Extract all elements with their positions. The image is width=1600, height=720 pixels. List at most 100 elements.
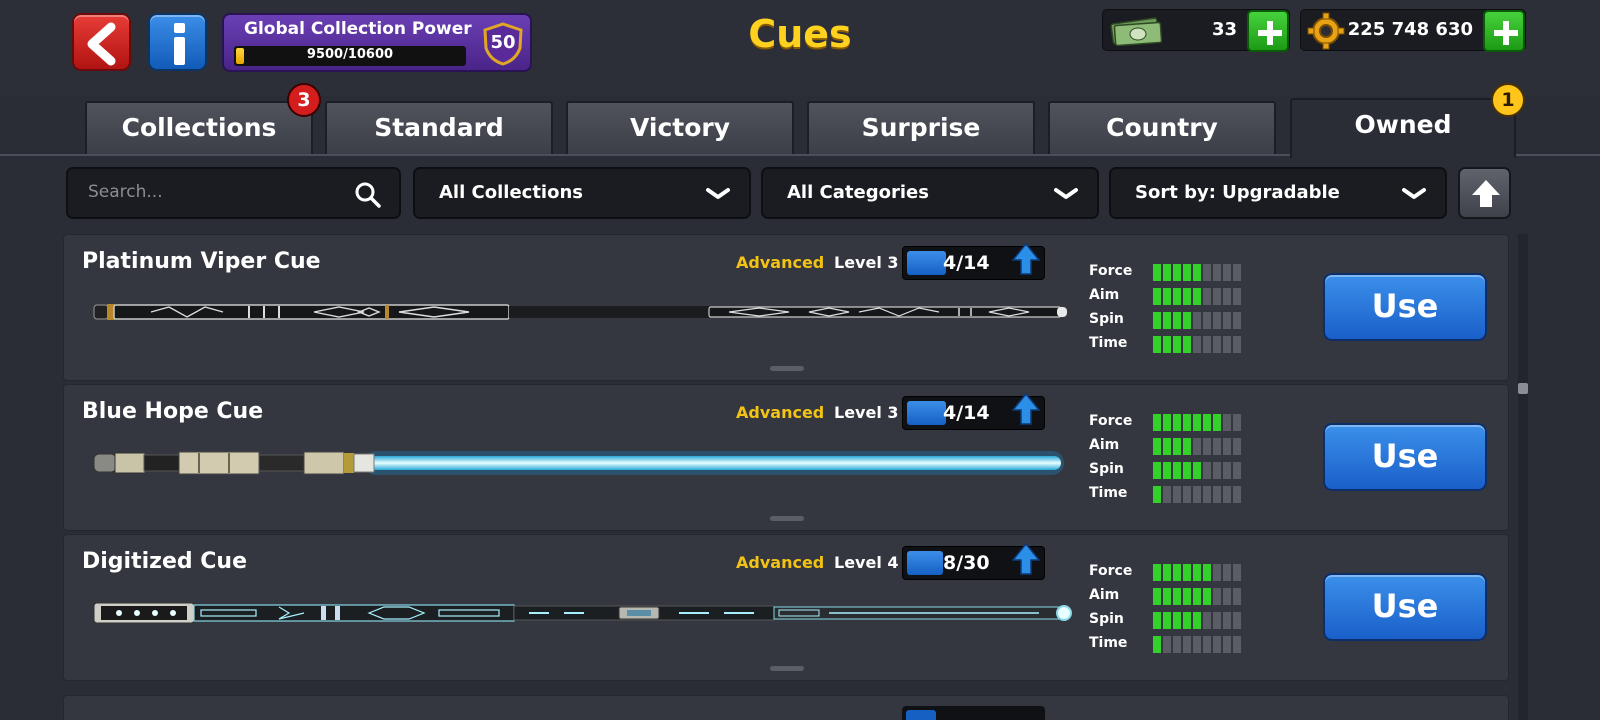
stat-segment — [1203, 438, 1211, 455]
tab-victory[interactable]: Victory — [566, 101, 794, 154]
stat-segment — [1193, 264, 1201, 281]
cue-image — [93, 451, 1064, 475]
progress-bar — [902, 706, 1045, 720]
tab-collections[interactable]: Collections — [85, 101, 313, 154]
stat-label: Spin — [1089, 461, 1124, 477]
stat-segment — [1203, 288, 1211, 305]
stat-row-aim: Aim — [1089, 587, 1259, 607]
stat-segment — [1233, 312, 1241, 329]
list-scrollbar[interactable] — [1518, 234, 1528, 720]
stat-segment — [1163, 564, 1171, 581]
card-handle — [770, 516, 804, 521]
stat-segment — [1193, 312, 1201, 329]
cue-rarity: Advanced — [736, 403, 825, 422]
plus-icon — [1494, 21, 1518, 45]
cue-progress-text: 8/30 — [943, 552, 990, 574]
tab-label: Surprise — [861, 113, 981, 142]
stat-bar-force — [1153, 564, 1241, 581]
cue-image — [93, 602, 1072, 624]
page-title: Cues — [748, 12, 852, 56]
stat-segment — [1203, 588, 1211, 605]
stat-segment — [1183, 288, 1191, 305]
stat-segment — [1223, 312, 1231, 329]
cue-card[interactable]: Digitized Cue Advanced Level 4 8/30 Forc… — [63, 534, 1509, 681]
sort-dropdown[interactable]: Sort by: Upgradable — [1109, 167, 1447, 219]
tab-standard[interactable]: Standard — [325, 101, 553, 154]
upgrade-arrow-icon[interactable] — [1012, 542, 1040, 576]
stat-segment — [1203, 312, 1211, 329]
stat-segment — [1153, 264, 1161, 281]
search-box[interactable] — [66, 167, 401, 219]
cue-progress-fill — [907, 401, 946, 425]
progress-fill — [906, 710, 936, 720]
tab-country[interactable]: Country — [1048, 101, 1276, 154]
tab-label: Collections — [121, 113, 277, 142]
stat-segment — [1153, 636, 1161, 653]
sort-direction-button[interactable] — [1458, 167, 1511, 219]
tab-owned[interactable]: Owned — [1290, 98, 1516, 158]
category-filter-dropdown[interactable]: All Categories — [761, 167, 1099, 219]
cue-card[interactable]: Platinum Viper Cue Advanced Level 3 4/14 — [63, 234, 1509, 381]
list-scrollbar-thumb[interactable] — [1518, 383, 1528, 394]
stat-segment — [1153, 312, 1161, 329]
stat-segment — [1203, 462, 1211, 479]
use-button[interactable]: Use — [1323, 573, 1487, 641]
stat-segment — [1153, 462, 1161, 479]
stat-segment — [1163, 336, 1171, 353]
stat-segment — [1153, 438, 1161, 455]
cue-card[interactable]: Blue Hope Cue Advanced Level 3 4/14 Forc… — [63, 384, 1509, 531]
add-cash-button[interactable] — [1247, 10, 1289, 52]
stat-segment — [1183, 414, 1191, 431]
stat-label: Time — [1089, 635, 1128, 651]
upgrade-arrow-icon[interactable] — [1012, 242, 1040, 276]
stat-row-time: Time — [1089, 635, 1259, 655]
stat-bar-spin — [1153, 462, 1241, 479]
cue-image-wrap — [89, 295, 1099, 335]
stat-segment — [1163, 612, 1171, 629]
use-button[interactable]: Use — [1323, 423, 1487, 491]
info-button[interactable] — [148, 13, 207, 71]
collection-filter-dropdown[interactable]: All Collections — [413, 167, 751, 219]
upgrade-arrow-icon[interactable] — [1012, 392, 1040, 426]
cue-level: Level 3 — [834, 403, 899, 422]
stat-bar-time — [1153, 336, 1241, 353]
use-button[interactable]: Use — [1323, 273, 1487, 341]
stat-segment — [1203, 336, 1211, 353]
stat-label: Time — [1089, 335, 1128, 351]
coin-balance: 225 748 630 — [1300, 9, 1526, 52]
stat-segment — [1213, 288, 1221, 305]
cue-name: Blue Hope Cue — [82, 399, 264, 424]
cash-value: 33 — [1211, 19, 1237, 40]
stat-segment — [1173, 636, 1181, 653]
stat-bar-force — [1153, 414, 1241, 431]
stat-segment — [1213, 612, 1221, 629]
stat-bar-force — [1153, 264, 1241, 281]
stat-segment — [1183, 438, 1191, 455]
stat-segment — [1153, 486, 1161, 503]
tab-label: Country — [1106, 113, 1218, 142]
stat-segment — [1153, 564, 1161, 581]
back-button[interactable] — [72, 13, 131, 71]
add-coins-button[interactable] — [1483, 10, 1525, 52]
cue-name: Digitized Cue — [82, 549, 248, 574]
back-arrow-icon — [87, 22, 116, 66]
search-icon[interactable] — [354, 181, 382, 209]
stat-row-time: Time — [1089, 335, 1259, 355]
stat-segment — [1233, 588, 1241, 605]
stat-segment — [1153, 336, 1161, 353]
search-input[interactable] — [88, 182, 328, 202]
stat-row-aim: Aim — [1089, 287, 1259, 307]
stat-segment — [1213, 486, 1221, 503]
tab-label: Victory — [629, 113, 731, 142]
cue-progress-text: 4/14 — [943, 402, 990, 424]
stat-row-spin: Spin — [1089, 611, 1259, 631]
stat-row-spin: Spin — [1089, 311, 1259, 331]
stat-segment — [1223, 336, 1231, 353]
tab-surprise[interactable]: Surprise — [807, 101, 1035, 154]
collection-power-panel[interactable]: Global Collection Power 9500/10600 50 — [222, 13, 532, 72]
stat-segment — [1183, 486, 1191, 503]
stat-row-force: Force — [1089, 413, 1259, 433]
stat-label: Aim — [1089, 287, 1120, 303]
stat-bar-time — [1153, 486, 1241, 503]
stat-segment — [1223, 588, 1231, 605]
